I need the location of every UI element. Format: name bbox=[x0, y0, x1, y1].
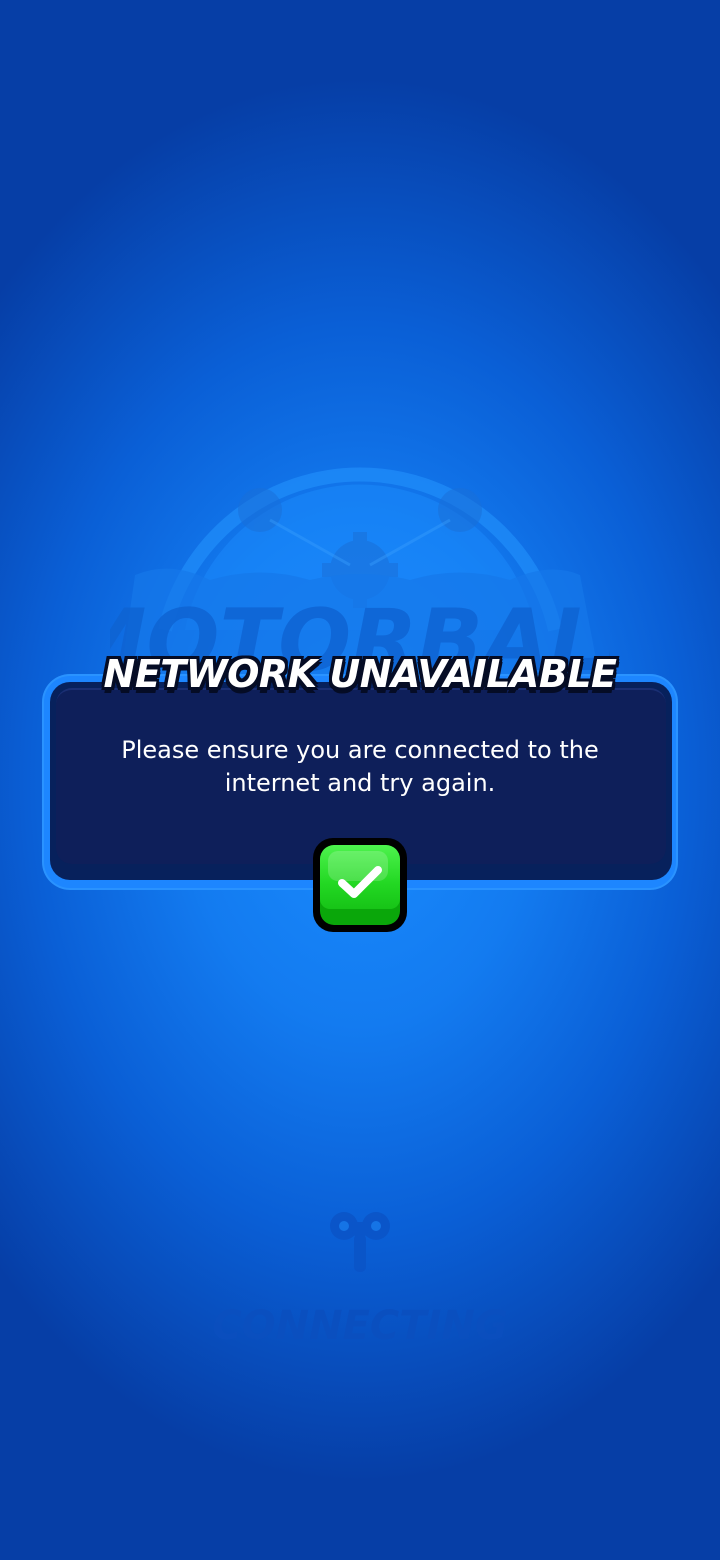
confirm-button-face[interactable] bbox=[320, 845, 400, 925]
confirm-button-top bbox=[320, 845, 400, 909]
dialog-message: Please ensure you are connected to the i… bbox=[121, 736, 599, 797]
check-icon bbox=[338, 866, 382, 898]
confirm-button[interactable] bbox=[313, 838, 407, 932]
connecting-label: CONNECTING bbox=[212, 1303, 508, 1349]
dialog-title: NETWORK UNAVAILABLE bbox=[103, 652, 617, 696]
key-icon bbox=[330, 1212, 390, 1272]
